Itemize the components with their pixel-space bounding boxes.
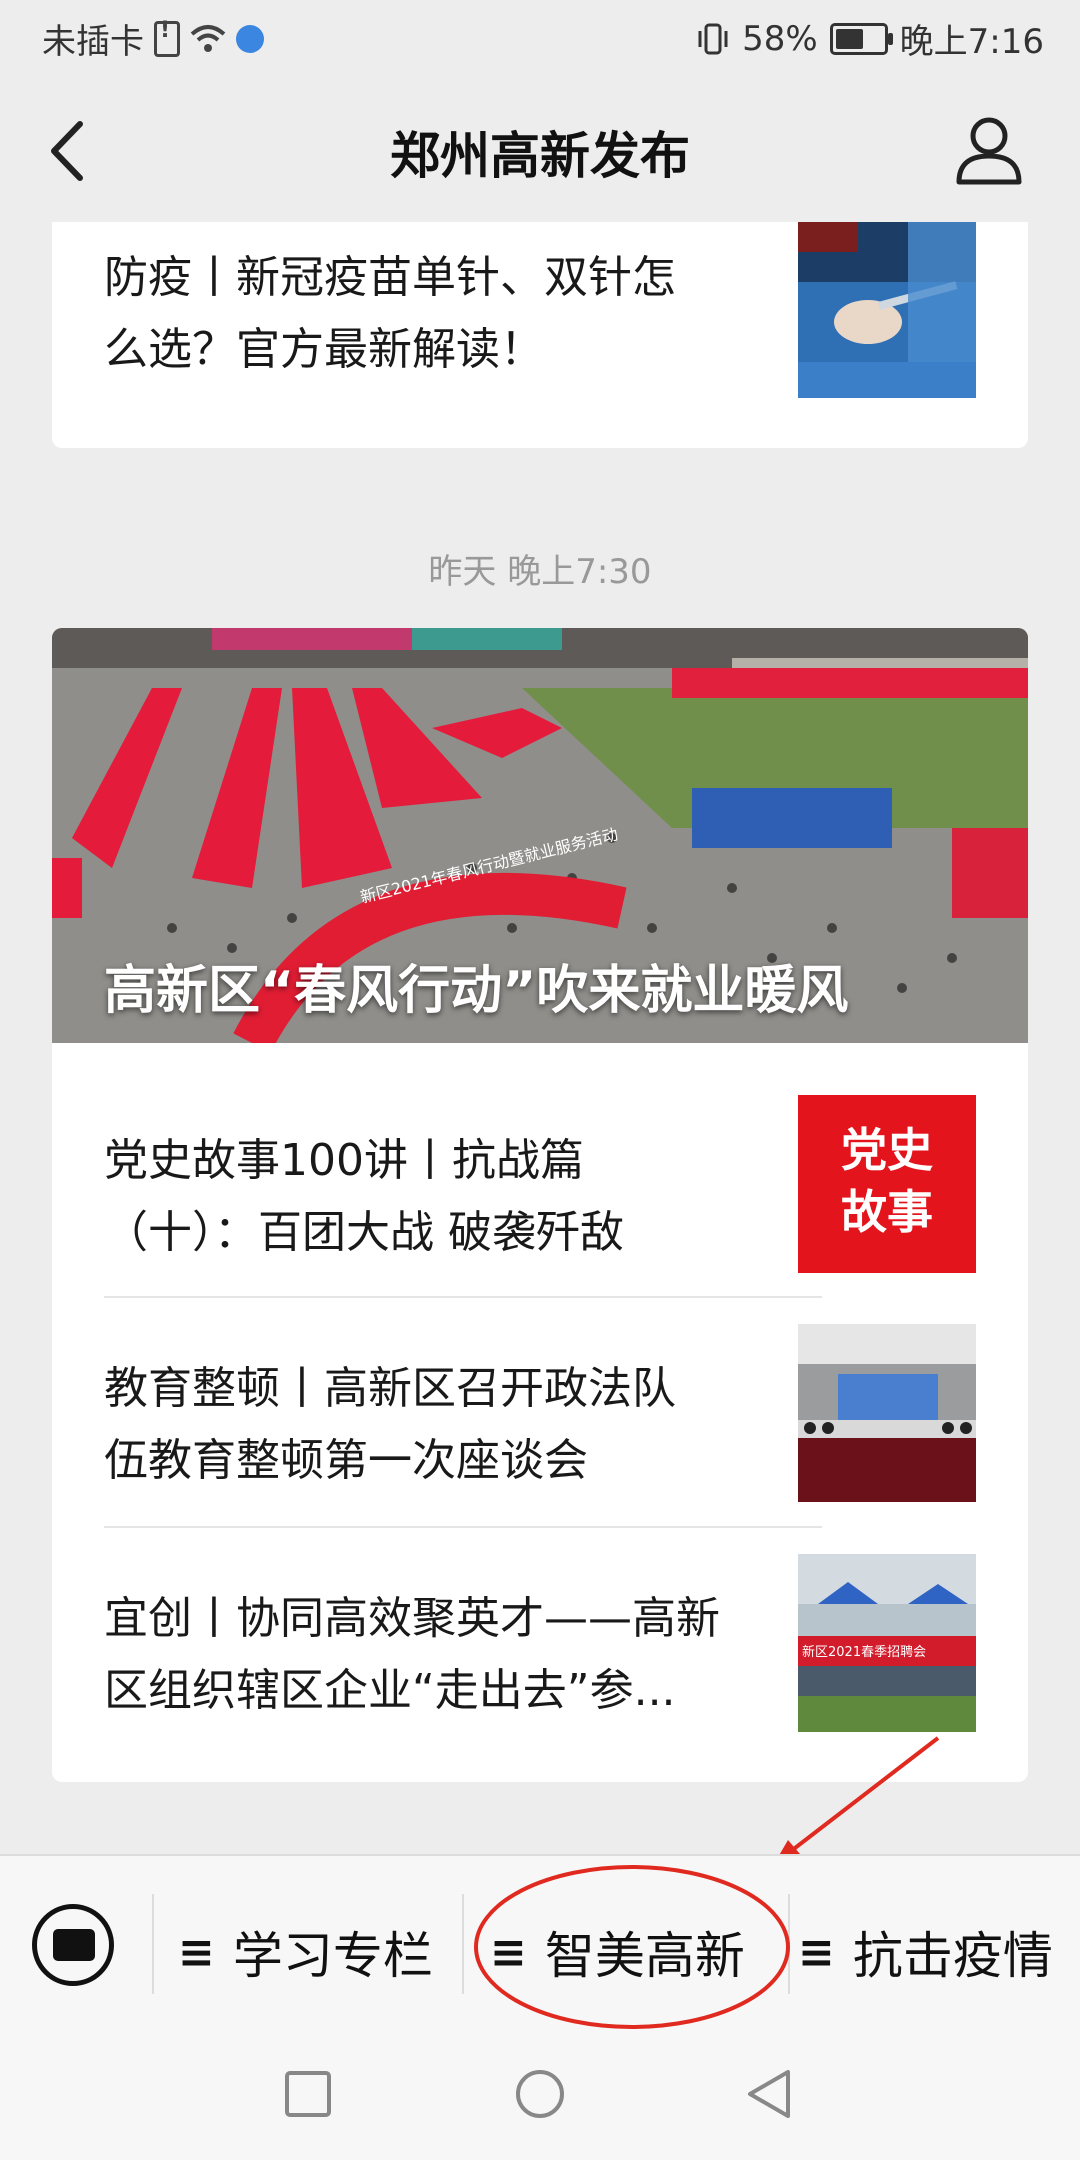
- clock: 晚上7:16: [899, 22, 1044, 62]
- battery-icon: [829, 22, 893, 55]
- article-title-line: 区组织辖区企业“走出去”参...: [104, 1665, 676, 1716]
- divider: [104, 1526, 822, 1528]
- article-title-line: 么选？官方最新解读！: [104, 324, 544, 375]
- cover-title[interactable]: 高新区“春风行动”吹来就业暖风: [104, 948, 848, 1023]
- banner-text: 新区2021春季招聘会: [802, 1644, 926, 1660]
- vaccine-thumbnail[interactable]: [798, 222, 976, 398]
- annotation-circle: [474, 1865, 790, 2029]
- article-title-line: 防疫丨新冠疫苗单针、双针怎: [104, 252, 676, 303]
- article-group-card: 新区2021年春风行动暨就业服务活动 高新区“春风行动”吹来就业暖风 党史故事1…: [52, 628, 1028, 1782]
- article-title[interactable]: 党史故事100讲丨抗战篇 （十）：百团大战 破袭歼敌: [104, 1125, 764, 1269]
- browser-notification-icon: [236, 24, 264, 53]
- keyboard-toggle-button[interactable]: [32, 1904, 114, 1986]
- menu-item-label: 学习专栏: [232, 1927, 433, 1985]
- cover-article[interactable]: 新区2021年春风行动暨就业服务活动 高新区“春风行动”吹来就业暖风: [52, 628, 1028, 1053]
- article-title-line: 党史故事100讲丨抗战篇: [104, 1135, 584, 1186]
- recruitment-image: 新区2021春季招聘会: [798, 1554, 976, 1732]
- carrier-text: 未插卡: [42, 22, 144, 62]
- menu-item-epidemic[interactable]: ≡ 抗击疫情: [798, 1916, 1053, 1988]
- keyboard-icon: [53, 1929, 95, 1961]
- article-title[interactable]: 防疫丨新冠疫苗单针、双针怎 么选？官方最新解读！: [104, 242, 764, 386]
- meeting-image: [798, 1324, 976, 1502]
- article-card-partial[interactable]: 防疫丨新冠疫苗单针、双针怎 么选？官方最新解读！: [52, 222, 1028, 448]
- thumb-text: 故事: [841, 1185, 933, 1239]
- system-navigation-bar: [0, 2030, 1080, 2160]
- page-title: 郑州高新发布: [390, 127, 690, 185]
- thumb-text: 党史: [841, 1123, 933, 1177]
- menu-list-icon: ≡: [798, 1926, 835, 1978]
- vibrate-icon: [698, 23, 728, 54]
- article-title-line: 宜创丨协同高效聚英才——高新: [104, 1593, 720, 1644]
- wifi-icon: [190, 24, 226, 52]
- sim-alert-icon: [154, 18, 180, 57]
- status-bar: 未插卡 58% 晚上7:16: [0, 0, 1080, 76]
- recruitment-thumbnail[interactable]: 新区2021春季招聘会: [798, 1554, 976, 1732]
- menu-item-label: 抗击疫情: [852, 1927, 1053, 1985]
- profile-icon[interactable]: [954, 114, 1024, 186]
- article-title-line: 伍教育整顿第一次座谈会: [104, 1435, 588, 1486]
- annotation-arrow: [774, 1736, 940, 1864]
- menu-divider: [152, 1894, 154, 1994]
- party-history-thumbnail[interactable]: 党史 故事: [798, 1095, 976, 1273]
- message-timestamp: 昨天 晚上7:30: [428, 552, 652, 592]
- recent-apps-icon[interactable]: [284, 2070, 332, 2118]
- meeting-thumbnail[interactable]: [798, 1324, 976, 1502]
- menu-item-study[interactable]: ≡ 学习专栏: [178, 1916, 433, 1988]
- status-left: 未插卡: [42, 14, 264, 63]
- status-right: 58% 晚上7:16: [696, 14, 1044, 63]
- home-icon[interactable]: [514, 2068, 566, 2120]
- title-bar: 郑州高新发布: [0, 76, 1080, 222]
- official-account-menu: ≡ 学习专栏 ≡ 智美高新 ≡ 抗击疫情: [0, 1854, 1080, 2032]
- divider: [104, 1296, 822, 1298]
- article-title[interactable]: 宜创丨协同高效聚英才——高新 区组织辖区企业“走出去”参...: [104, 1583, 764, 1727]
- article-title[interactable]: 教育整顿丨高新区召开政法队 伍教育整顿第一次座谈会: [104, 1353, 764, 1497]
- article-title-line: 教育整顿丨高新区召开政法队: [104, 1363, 676, 1414]
- back-nav-icon[interactable]: [744, 2068, 794, 2120]
- battery-percent: 58%: [742, 18, 818, 59]
- menu-list-icon: ≡: [178, 1926, 215, 1978]
- menu-divider: [462, 1894, 464, 1994]
- vaccine-image: [798, 222, 976, 398]
- article-title-line: （十）：百团大战 破袭歼敌: [104, 1207, 624, 1258]
